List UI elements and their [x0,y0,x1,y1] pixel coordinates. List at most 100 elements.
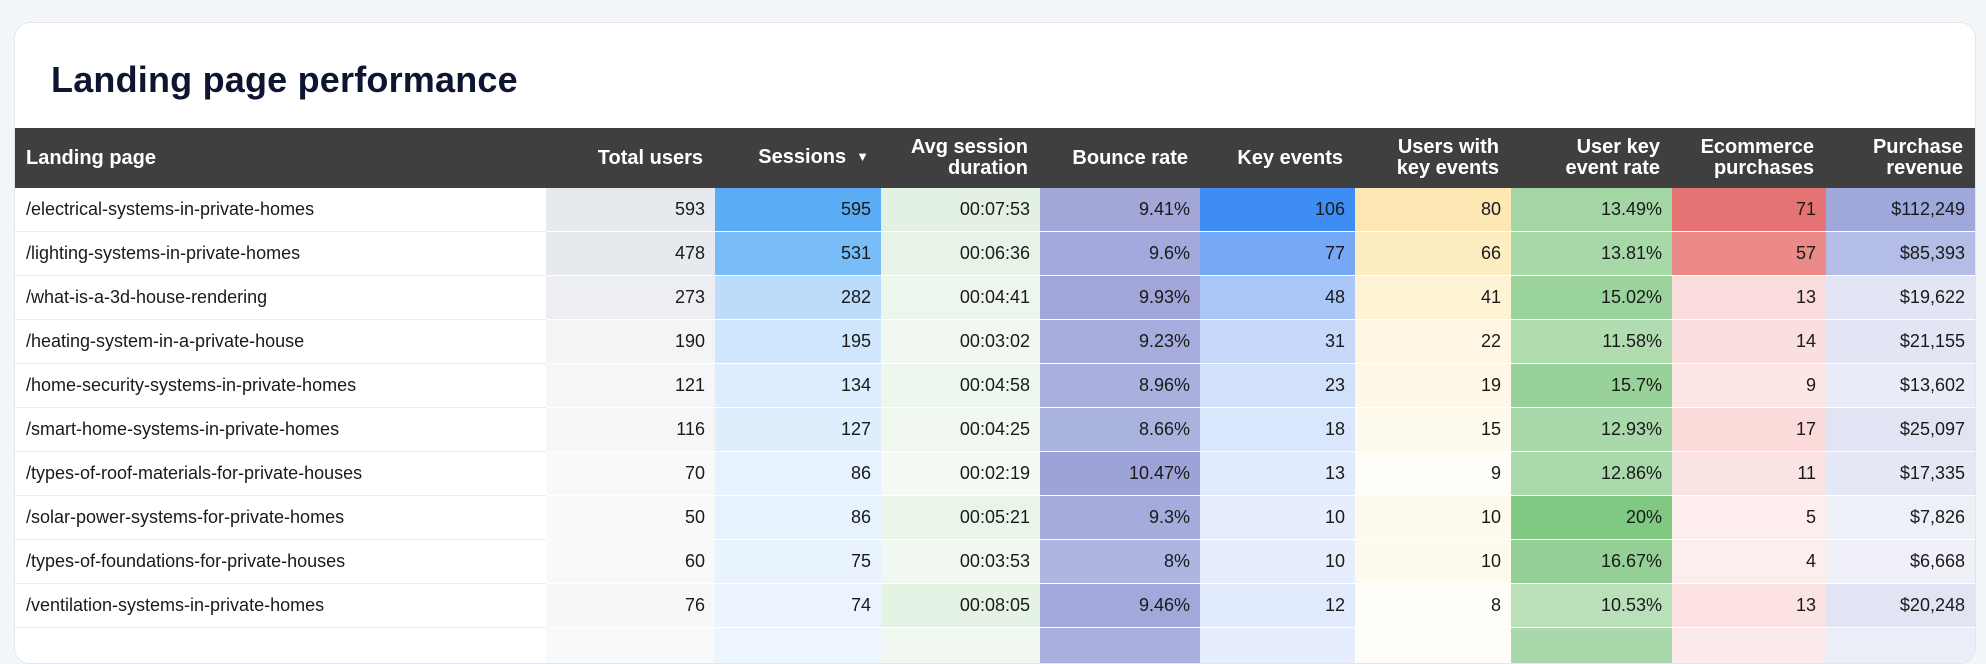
cell-bounce-rate: 9.6% [1040,232,1200,276]
table-row[interactable]: /what-is-a-3d-house-rendering27328200:04… [15,276,1975,320]
cell-bounce-rate: 9.41% [1040,188,1200,232]
cell-key-events: 23 [1200,364,1355,408]
cell-purchase-revenue [1826,628,1975,664]
cell-bounce-rate: 9.93% [1040,276,1200,320]
cell-avg-session-duration: 00:04:41 [881,276,1040,320]
cell-landing-page[interactable]: /smart-home-systems-in-private-homes [15,408,546,452]
cell-ecommerce-purchases: 5 [1672,496,1826,540]
col-header-label: Sessions [758,146,846,168]
cell-total-users: 76 [546,584,715,628]
table-row[interactable] [15,628,1975,664]
cell-users-with-key-events: 22 [1355,320,1511,364]
cell-total-users: 50 [546,496,715,540]
cell-key-events: 13 [1200,452,1355,496]
performance-table: Landing page Total users Sessions ▼ Avg s… [15,128,1975,664]
cell-sessions: 127 [715,408,881,452]
cell-key-events [1200,628,1355,664]
cell-ecommerce-purchases: 4 [1672,540,1826,584]
cell-landing-page[interactable]: /electrical-systems-in-private-homes [15,188,546,232]
cell-avg-session-duration: 00:06:36 [881,232,1040,276]
cell-users-with-key-events: 9 [1355,452,1511,496]
col-header-label-line2: event rate [1566,157,1661,179]
cell-landing-page[interactable]: /types-of-roof-materials-for-private-hou… [15,452,546,496]
col-header-label-line1: User key [1577,136,1660,158]
cell-purchase-revenue: $17,335 [1826,452,1975,496]
cell-purchase-revenue: $21,155 [1826,320,1975,364]
cell-total-users: 116 [546,408,715,452]
col-header-avg-session-duration[interactable]: Avg sessionduration [881,128,1040,188]
col-header-user-key-event-rate[interactable]: User keyevent rate [1511,128,1672,188]
cell-total-users: 593 [546,188,715,232]
cell-users-with-key-events: 66 [1355,232,1511,276]
cell-sessions: 86 [715,496,881,540]
col-header-landing-page[interactable]: Landing page [15,128,546,188]
cell-ecommerce-purchases: 14 [1672,320,1826,364]
cell-landing-page[interactable]: /heating-system-in-a-private-house [15,320,546,364]
cell-sessions: 134 [715,364,881,408]
cell-landing-page[interactable]: /solar-power-systems-for-private-homes [15,496,546,540]
table-row[interactable]: /heating-system-in-a-private-house190195… [15,320,1975,364]
cell-avg-session-duration: 00:04:25 [881,408,1040,452]
cell-landing-page[interactable]: /lighting-systems-in-private-homes [15,232,546,276]
cell-user-key-event-rate: 15.7% [1511,364,1672,408]
table-row[interactable]: /solar-power-systems-for-private-homes50… [15,496,1975,540]
cell-avg-session-duration [881,628,1040,664]
cell-user-key-event-rate: 20% [1511,496,1672,540]
cell-users-with-key-events: 19 [1355,364,1511,408]
cell-user-key-event-rate: 12.93% [1511,408,1672,452]
cell-sessions: 74 [715,584,881,628]
cell-avg-session-duration: 00:03:02 [881,320,1040,364]
cell-landing-page[interactable]: /home-security-systems-in-private-homes [15,364,546,408]
col-header-sessions[interactable]: Sessions ▼ [715,128,881,188]
col-header-label-line1: Users with [1398,136,1499,158]
cell-key-events: 106 [1200,188,1355,232]
cell-ecommerce-purchases: 57 [1672,232,1826,276]
cell-total-users: 70 [546,452,715,496]
col-header-bounce-rate[interactable]: Bounce rate [1040,128,1200,188]
cell-total-users: 121 [546,364,715,408]
cell-landing-page[interactable]: /types-of-foundations-for-private-houses [15,540,546,584]
col-header-label: Total users [598,147,703,169]
table-row[interactable]: /types-of-roof-materials-for-private-hou… [15,452,1975,496]
table-row[interactable]: /smart-home-systems-in-private-homes1161… [15,408,1975,452]
cell-landing-page[interactable]: /what-is-a-3d-house-rendering [15,276,546,320]
cell-user-key-event-rate [1511,628,1672,664]
col-header-label-line1: Ecommerce [1701,136,1814,158]
col-header-label: Key events [1237,147,1343,169]
cell-purchase-revenue: $19,622 [1826,276,1975,320]
col-header-label-line2: revenue [1886,157,1963,179]
cell-purchase-revenue: $20,248 [1826,584,1975,628]
table-row[interactable]: /lighting-systems-in-private-homes478531… [15,232,1975,276]
cell-key-events: 48 [1200,276,1355,320]
col-header-label: Landing page [26,147,156,169]
col-header-key-events[interactable]: Key events [1200,128,1355,188]
cell-user-key-event-rate: 10.53% [1511,584,1672,628]
cell-user-key-event-rate: 13.81% [1511,232,1672,276]
cell-bounce-rate: 8% [1040,540,1200,584]
cell-users-with-key-events: 10 [1355,496,1511,540]
cell-ecommerce-purchases: 9 [1672,364,1826,408]
col-header-users-with-key-events[interactable]: Users withkey events [1355,128,1511,188]
table-row[interactable]: /home-security-systems-in-private-homes1… [15,364,1975,408]
table-row[interactable]: /types-of-foundations-for-private-houses… [15,540,1975,584]
cell-avg-session-duration: 00:04:58 [881,364,1040,408]
cell-total-users: 190 [546,320,715,364]
col-header-purchase-revenue[interactable]: Purchaserevenue [1826,128,1975,188]
page-title: Landing page performance [51,59,518,101]
cell-ecommerce-purchases: 13 [1672,584,1826,628]
col-header-total-users[interactable]: Total users [546,128,715,188]
cell-landing-page[interactable] [15,628,546,664]
sort-descending-icon[interactable]: ▼ [856,149,869,164]
cell-purchase-revenue: $7,826 [1826,496,1975,540]
cell-ecommerce-purchases: 71 [1672,188,1826,232]
col-header-ecommerce-purchases[interactable]: Ecommercepurchases [1672,128,1826,188]
cell-key-events: 77 [1200,232,1355,276]
cell-purchase-revenue: $6,668 [1826,540,1975,584]
cell-landing-page[interactable]: /ventilation-systems-in-private-homes [15,584,546,628]
cell-ecommerce-purchases: 13 [1672,276,1826,320]
table-row[interactable]: /ventilation-systems-in-private-homes767… [15,584,1975,628]
table-header-row: Landing page Total users Sessions ▼ Avg s… [15,128,1975,188]
cell-ecommerce-purchases [1672,628,1826,664]
cell-sessions: 531 [715,232,881,276]
table-row[interactable]: /electrical-systems-in-private-homes5935… [15,188,1975,232]
